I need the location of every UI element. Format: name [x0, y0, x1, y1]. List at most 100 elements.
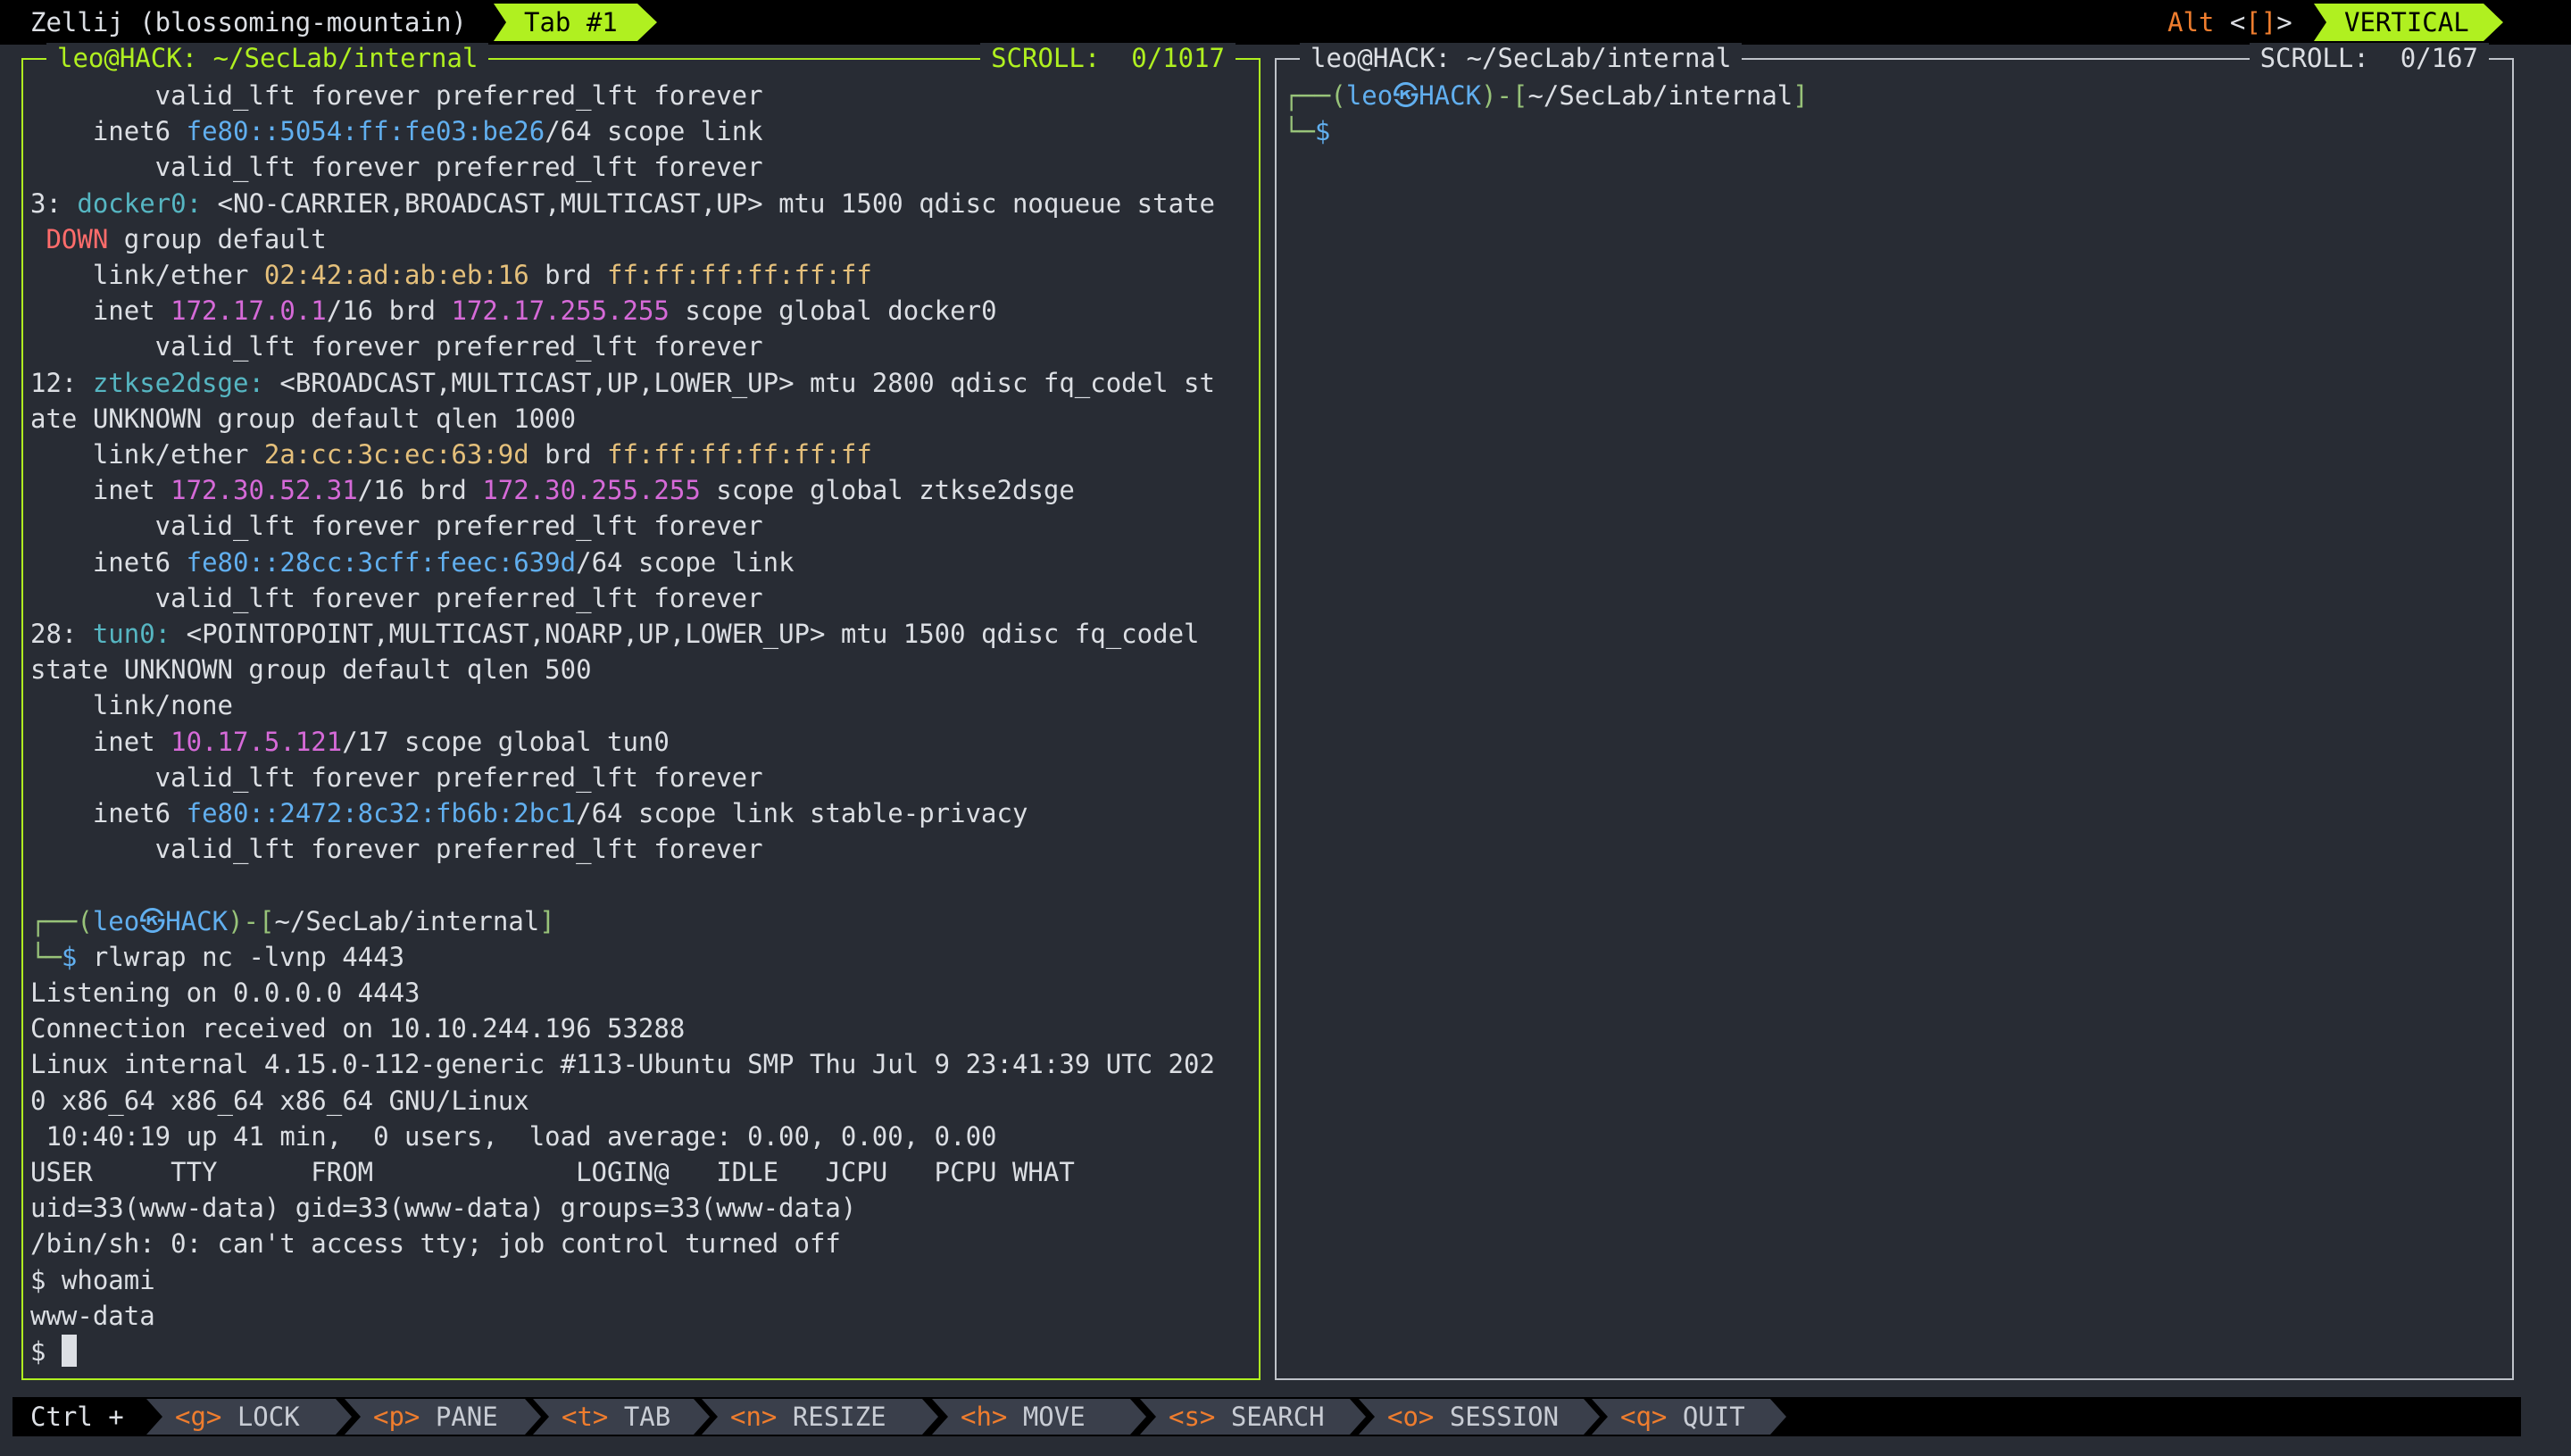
terminal-line: inet6 fe80::5054:ff:fe03:be26/64 scope l…	[30, 113, 1252, 149]
pane-title: leo@HACK: ~/SecLab/internal	[1300, 43, 1743, 73]
terminal-text: inet6	[30, 798, 187, 829]
keybinding-key: <h>	[961, 1402, 1008, 1432]
terminal-text: /64 scope link	[576, 546, 795, 578]
terminal-line: ┌──(leo㉿HACK)-[~/SecLab/internal]	[1284, 78, 2505, 113]
keybinding-quit[interactable]: <q> QUIT	[1592, 1399, 1786, 1435]
terminal-text: )-[	[1481, 80, 1528, 111]
terminal-text: ~/SecLab/internal	[274, 905, 540, 936]
terminal-line: ate UNKNOWN group default qlen 1000	[30, 401, 1252, 437]
terminal-text: ┌──(	[30, 905, 93, 936]
terminal-text: 3:	[30, 187, 78, 219]
terminal-text: inet	[30, 475, 171, 506]
terminal-line: valid_lft forever preferred_lft forever	[30, 831, 1252, 867]
mode-hint-lt: <	[2214, 7, 2246, 37]
scroll-indicator: SCROLL: 0/167	[2249, 43, 2489, 73]
terminal-text: link/ether	[30, 260, 264, 291]
terminal-line: 12: ztkse2dsge: <BROADCAST,MULTICAST,UP,…	[30, 365, 1252, 401]
keybinding-bar: Ctrl + <g> LOCK <p> PANE <t> TAB <n> RESIZE…	[12, 1397, 2521, 1436]
terminal-text: scope global docker0	[669, 295, 997, 327]
keybinding-label: QUIT	[1667, 1402, 1745, 1432]
terminal-text: ]	[1793, 80, 1809, 111]
layout-vertical-badge[interactable]: VERTICAL	[2314, 4, 2503, 41]
terminal-text: uid=33(www-data) gid=33(www-data) groups…	[30, 1193, 857, 1224]
keybinding-label: MOVE	[1007, 1402, 1086, 1432]
keybinding-search[interactable]: <s> SEARCH	[1140, 1399, 1366, 1435]
title-rule	[488, 58, 981, 60]
keybinding-move[interactable]: <h> MOVE	[932, 1399, 1146, 1435]
keybinding-key: <p>	[373, 1402, 420, 1432]
keybinding-key: <n>	[730, 1402, 778, 1432]
terminal-text: /16 brd	[326, 295, 452, 327]
top-status-bar: Zellij (blossoming-mountain) Tab #1 Alt …	[0, 0, 2571, 45]
terminal-text: link/none	[30, 690, 233, 721]
terminal-line: ┌──(leo㉿HACK)-[~/SecLab/internal]	[30, 903, 1252, 939]
keybinding-pane[interactable]: <p> PANE	[345, 1399, 541, 1435]
terminal-text: tun0:	[92, 619, 171, 650]
terminal-text: $	[1314, 116, 1331, 147]
terminal-line: valid_lft forever preferred_lft forever	[30, 760, 1252, 795]
terminal-text: inet6	[30, 546, 187, 578]
terminal-text: 28:	[30, 619, 93, 650]
keybinding-key: <q>	[1620, 1402, 1668, 1432]
terminal-pane-right[interactable]: leo@HACK: ~/SecLab/internal SCROLL: 0/16…	[1275, 43, 2514, 1380]
terminal-text: fe80::2472:8c32:fb6b:2bc1	[186, 798, 577, 829]
terminal-text: ff:ff:ff:ff:ff:ff	[607, 439, 872, 470]
terminal-output[interactable]: valid_lft forever preferred_lft forever …	[30, 78, 1252, 1369]
terminal-text: docker0:	[77, 187, 203, 219]
keybinding-label: SEARCH	[1215, 1402, 1325, 1432]
terminal-text: ]	[539, 905, 555, 936]
terminal-text: www-data	[30, 1300, 155, 1331]
terminal-text: valid_lft forever preferred_lft forever	[30, 152, 763, 183]
terminal-line: └─$	[1284, 113, 2505, 149]
terminal-text: 172.30.255.255	[482, 475, 701, 506]
terminal-text: rlwrap nc -lvnp 4443	[77, 941, 405, 972]
terminal-text: ff:ff:ff:ff:ff:ff	[607, 260, 872, 291]
terminal-line: link/ether 2a:cc:3c:ec:63:9d brd ff:ff:f…	[30, 437, 1252, 472]
terminal-text: <NO-CARRIER,BROADCAST,MULTICAST,UP> mtu …	[202, 187, 1215, 219]
terminal-text: DOWN	[46, 223, 109, 254]
terminal-line: valid_lft forever preferred_lft forever	[30, 78, 1252, 113]
terminal-line: Listening on 0.0.0.0 4443	[30, 975, 1252, 1011]
terminal-text: ate UNKNOWN group default qlen 1000	[30, 403, 577, 434]
tab-1[interactable]: Tab #1	[494, 4, 657, 41]
keybinding-label: TAB	[608, 1402, 671, 1432]
keybinding-lock[interactable]: <g> LOCK	[146, 1399, 352, 1435]
keybinding-tab[interactable]: <t> TAB	[533, 1399, 710, 1435]
terminal-line: Linux internal 4.15.0-112-generic #113-U…	[30, 1046, 1252, 1082]
terminal-line: 28: tun0: <POINTOPOINT,MULTICAST,NOARP,U…	[30, 616, 1252, 652]
terminal-text: └─	[1284, 116, 1315, 147]
terminal-text: /64 scope link	[545, 116, 763, 147]
terminal-line: 3: docker0: <NO-CARRIER,BROADCAST,MULTIC…	[30, 186, 1252, 221]
terminal-line: valid_lft forever preferred_lft forever	[30, 580, 1252, 616]
keybinding-label: SESSION	[1434, 1402, 1560, 1432]
keybinding-key: <g>	[175, 1402, 222, 1432]
terminal-text: valid_lft forever preferred_lft forever	[30, 511, 763, 542]
terminal-text: Linux internal 4.15.0-112-generic #113-U…	[30, 1049, 1215, 1080]
terminal-pane-left[interactable]: leo@HACK: ~/SecLab/internal SCROLL: 0/10…	[21, 43, 1261, 1380]
terminal-text: 10:40:19 up 41 min, 0 users, load averag…	[30, 1120, 997, 1152]
terminal-text: fe80::5054:ff:fe03:be26	[186, 116, 545, 147]
terminal-text: inet	[30, 726, 171, 757]
terminal-text: 12:	[30, 367, 93, 398]
terminal-output[interactable]: ┌──(leo㉿HACK)-[~/SecLab/internal] └─$	[1284, 78, 2505, 149]
keybinding-label: RESIZE	[777, 1402, 886, 1432]
terminal-text: leo㉿HACK	[92, 905, 229, 936]
terminal-text: Listening on 0.0.0.0 4443	[30, 978, 420, 1009]
keybinding-resize[interactable]: <n> RESIZE	[702, 1399, 938, 1435]
keybinding-label: PANE	[420, 1402, 498, 1432]
terminal-line: $ whoami	[30, 1262, 1252, 1298]
terminal-text: /16 brd	[357, 475, 483, 506]
terminal-text: group default	[108, 223, 327, 254]
cursor	[61, 1335, 77, 1368]
pane-title-bar: leo@HACK: ~/SecLab/internal SCROLL: 0/10…	[46, 40, 1236, 76]
keybinding-session[interactable]: <o> SESSION	[1359, 1399, 1600, 1435]
terminal-text: valid_lft forever preferred_lft forever	[30, 80, 763, 111]
terminal-text: USER TTY FROM LOGIN@ IDLE JCPU PCPU WHAT	[30, 1157, 1075, 1188]
terminal-text: brd	[528, 439, 608, 470]
ctrl-modifier-label: Ctrl +	[30, 1402, 124, 1432]
terminal-text: valid_lft forever preferred_lft forever	[30, 582, 763, 613]
terminal-text: valid_lft forever preferred_lft forever	[30, 331, 763, 362]
terminal-line: www-data	[30, 1298, 1252, 1334]
terminal-text: $	[30, 1336, 62, 1368]
